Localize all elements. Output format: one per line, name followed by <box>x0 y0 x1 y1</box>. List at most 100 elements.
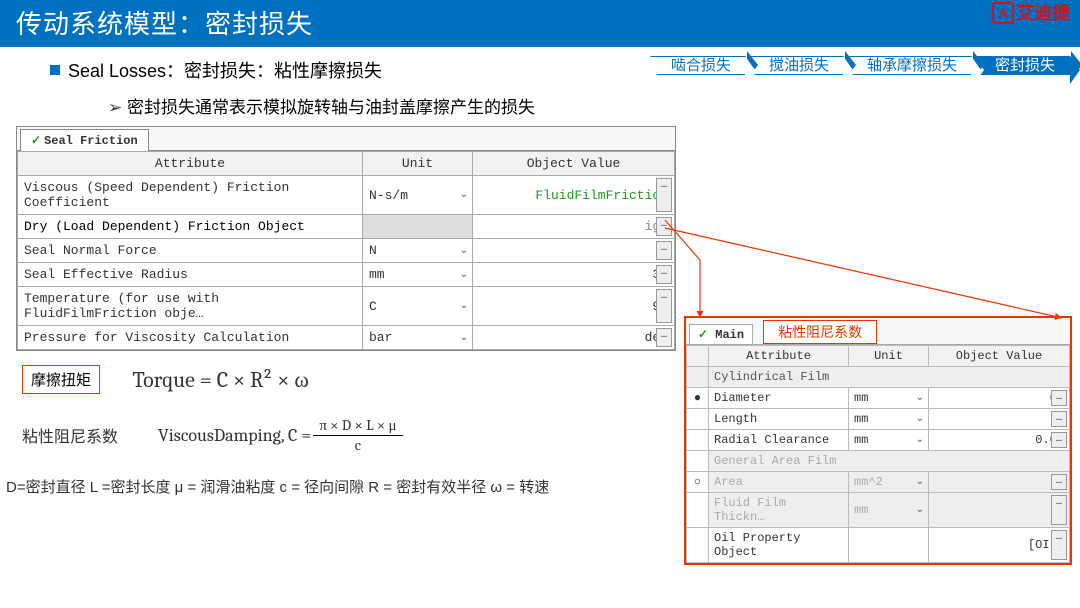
chevron-down-icon[interactable]: ⌄ <box>460 245 468 257</box>
radio-cell[interactable]: ● <box>687 388 709 409</box>
radio-cell <box>687 430 709 451</box>
ellipsis-button[interactable]: … <box>1051 390 1067 406</box>
brand-logo: A艾迪捷 ATIC CHINA <box>992 2 1070 35</box>
subheading-text: 密封损失通常表示模拟旋转轴与油封盖摩擦产生的损失 <box>108 93 1062 118</box>
attr-cell: Radial Clearance <box>709 430 849 451</box>
radio-cell <box>687 367 709 388</box>
unit-cell[interactable]: mm^2⌄ <box>849 472 929 493</box>
radio-cell[interactable]: ○ <box>687 472 709 493</box>
attr-cell: Fluid Film Thickn… <box>709 493 849 528</box>
unit-cell[interactable]: mm⌄ <box>849 388 929 409</box>
value-text: FluidFilmFriction <box>535 188 668 203</box>
ellipsis-button[interactable]: … <box>656 289 672 323</box>
chevron-down-icon[interactable]: ⌄ <box>916 476 924 488</box>
col-unit: Unit <box>363 152 473 176</box>
ellipsis-button[interactable]: … <box>1051 495 1067 525</box>
radio-cell <box>687 493 709 528</box>
ellipsis-button[interactable]: … <box>656 241 672 260</box>
vd-lhs: ViscousDamping, C = <box>158 425 311 446</box>
vd-denominator: c <box>349 436 367 454</box>
value-cell[interactable]: 30… <box>473 263 675 287</box>
tab-main-label: Main <box>715 328 744 342</box>
value-cell[interactable]: 5… <box>929 409 1070 430</box>
attr-cell: Oil Property Object <box>709 528 849 563</box>
property-row: Temperature (for use with FluidFilmFrict… <box>18 287 675 326</box>
chevron-down-icon[interactable]: ⌄ <box>460 300 468 312</box>
value-cell[interactable]: def… <box>473 326 675 350</box>
ellipsis-button[interactable]: … <box>1051 432 1067 448</box>
value-cell[interactable]: FluidFilmFriction… <box>473 176 675 215</box>
heading-line: Seal Losses：密封损失：粘性摩擦损失 <box>50 57 1062 83</box>
unit-cell[interactable]: C⌄ <box>363 287 473 326</box>
property-row: Pressure for Viscosity Calculationbar⌄de… <box>18 326 675 350</box>
attr-cell: Length <box>709 409 849 430</box>
section-label: General Area Film <box>709 451 1070 472</box>
ellipsis-button[interactable]: … <box>656 178 672 212</box>
vd-numerator: π × D × L × μ <box>313 416 402 436</box>
unit-cell[interactable]: mm⌄ <box>363 263 473 287</box>
subpanel-red-tag: 粘性阻尼系数 <box>763 320 877 344</box>
radio-cell <box>687 451 709 472</box>
chevron-down-icon[interactable]: ⌄ <box>916 434 924 446</box>
unit-cell[interactable]: mm⌄ <box>849 430 929 451</box>
section-label: Cylindrical Film <box>709 367 1070 388</box>
col-attribute: Attribute <box>18 152 363 176</box>
ellipsis-button[interactable]: … <box>1051 474 1067 490</box>
ellipsis-button[interactable]: … <box>656 217 672 236</box>
unit-cell[interactable]: N-s/m⌄ <box>363 176 473 215</box>
col-unit2: Unit <box>849 346 929 367</box>
ellipsis-button[interactable]: … <box>1051 530 1067 560</box>
chevron-down-icon[interactable]: ⌄ <box>916 392 924 404</box>
value-cell[interactable]: 60… <box>929 388 1070 409</box>
col-radio <box>687 346 709 367</box>
value-cell[interactable]: ign… <box>473 215 675 239</box>
subpanel-row: ○Areamm^2⌄ … <box>687 472 1070 493</box>
subpanel-row: Cylindrical Film <box>687 367 1070 388</box>
radio-cell <box>687 409 709 430</box>
chevron-down-icon[interactable]: ⌄ <box>460 332 468 344</box>
ellipsis-button[interactable]: … <box>1051 411 1067 427</box>
subpanel-row: Fluid Film Thickn…mm⌄ … <box>687 493 1070 528</box>
col-value2: Object Value <box>929 346 1070 367</box>
bullet-square-icon <box>50 65 60 75</box>
unit-cell[interactable] <box>363 215 473 239</box>
chevron-down-icon[interactable]: ⌄ <box>460 269 468 281</box>
value-cell[interactable]: … <box>929 493 1070 528</box>
subpanel-row: Radial Clearancemm⌄0.05… <box>687 430 1070 451</box>
viscous-damping-equation: ViscousDamping, C = π × D × L × μ c <box>158 416 403 454</box>
chevron-down-icon[interactable]: ⌄ <box>460 189 468 201</box>
check-icon: ✓ <box>698 328 708 342</box>
tab-main[interactable]: ✓ Main <box>689 324 753 344</box>
ellipsis-button[interactable]: … <box>656 328 672 347</box>
property-row: Viscous (Speed Dependent) Friction Coeff… <box>18 176 675 215</box>
value-cell[interactable]: 0… <box>473 239 675 263</box>
value-cell[interactable]: 90… <box>473 287 675 326</box>
attr-cell: Area <box>709 472 849 493</box>
attr-cell: Seal Effective Radius <box>18 263 363 287</box>
page-title: 传动系统模型：密封损失 <box>0 0 1080 47</box>
ellipsis-button[interactable]: … <box>656 265 672 284</box>
chevron-down-icon[interactable]: ⌄ <box>916 504 924 516</box>
attr-cell: Diameter <box>709 388 849 409</box>
viscous-damping-label: 粘性阻尼系数 <box>22 423 118 447</box>
value-cell[interactable]: [OIL]… <box>929 528 1070 563</box>
heading-text: Seal Losses：密封损失：粘性摩擦损失 <box>68 57 382 83</box>
unit-cell[interactable] <box>849 528 929 563</box>
property-row: Seal Normal ForceN⌄0… <box>18 239 675 263</box>
fraction: π × D × L × μ c <box>313 416 402 454</box>
value-cell[interactable]: 0.05… <box>929 430 1070 451</box>
attr-cell: Dry (Load Dependent) Friction Object <box>18 215 363 239</box>
subpanel-row: Oil Property Object [OIL]… <box>687 528 1070 563</box>
unit-cell[interactable]: mm⌄ <box>849 409 929 430</box>
check-icon: ✓ <box>31 134 41 148</box>
property-table: Attribute Unit Object Value Viscous (Spe… <box>17 151 675 350</box>
unit-cell[interactable]: mm⌄ <box>849 493 929 528</box>
unit-cell[interactable]: bar⌄ <box>363 326 473 350</box>
col-attribute2: Attribute <box>709 346 849 367</box>
property-row: Seal Effective Radiusmm⌄30… <box>18 263 675 287</box>
unit-cell[interactable]: N⌄ <box>363 239 473 263</box>
value-cell[interactable]: … <box>929 472 1070 493</box>
tab-seal-friction[interactable]: ✓Seal Friction <box>20 129 149 151</box>
chevron-down-icon[interactable]: ⌄ <box>916 413 924 425</box>
subpanel-row: ●Diametermm⌄60… <box>687 388 1070 409</box>
